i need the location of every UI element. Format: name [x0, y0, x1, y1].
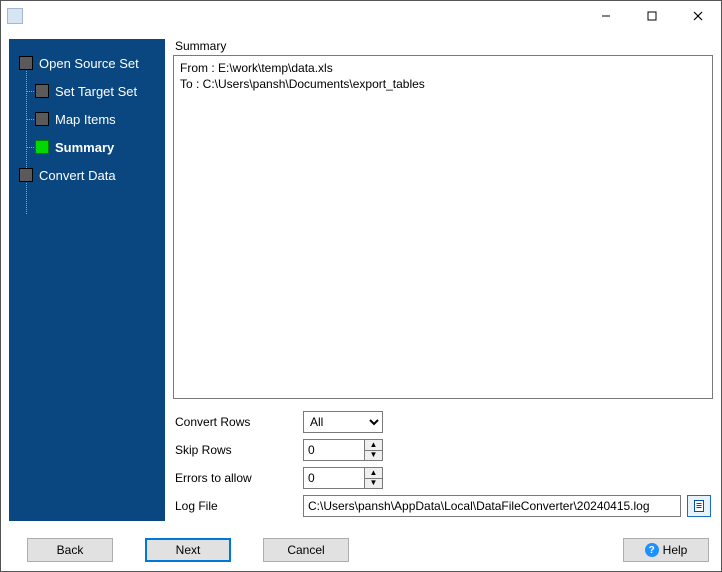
wizard-sidebar: Open Source Set Set Target Set Map Items… [9, 39, 165, 521]
errors-allow-label: Errors to allow [175, 471, 303, 485]
spin-down-icon[interactable]: ▼ [365, 451, 382, 461]
back-button[interactable]: Back [27, 538, 113, 562]
spin-down-icon[interactable]: ▼ [365, 479, 382, 489]
step-open-source[interactable]: Open Source Set [9, 49, 165, 77]
errors-allow-spinner[interactable]: ▲ ▼ [303, 467, 383, 489]
skip-rows-spinner[interactable]: ▲ ▼ [303, 439, 383, 461]
step-convert-data[interactable]: Convert Data [9, 161, 165, 189]
close-button[interactable] [675, 1, 721, 31]
convert-rows-label: Convert Rows [175, 415, 303, 429]
errors-allow-input[interactable] [304, 468, 364, 488]
spin-up-icon[interactable]: ▲ [365, 468, 382, 479]
help-icon: ? [645, 543, 659, 557]
step-map-items[interactable]: Map Items [9, 105, 165, 133]
window-controls [583, 1, 721, 31]
step-label: Open Source Set [39, 56, 139, 71]
step-label: Map Items [55, 112, 116, 127]
browse-log-button[interactable] [687, 495, 711, 517]
document-icon [692, 499, 706, 513]
step-summary[interactable]: Summary [9, 133, 165, 161]
main-panel: Summary From : E:\work\temp\data.xls To … [173, 39, 713, 521]
next-button[interactable]: Next [145, 538, 231, 562]
options-form: Convert Rows All Skip Rows ▲ ▼ [173, 399, 713, 521]
step-box-icon [19, 56, 33, 70]
step-label: Convert Data [39, 168, 116, 183]
log-file-input[interactable] [303, 495, 681, 517]
summary-textarea[interactable]: From : E:\work\temp\data.xls To : C:\Use… [173, 55, 713, 399]
step-box-icon [19, 168, 33, 182]
convert-rows-select[interactable]: All [303, 411, 383, 433]
titlebar [1, 1, 721, 31]
step-set-target[interactable]: Set Target Set [9, 77, 165, 105]
skip-rows-input[interactable] [304, 440, 364, 460]
wizard-footer: Back Next Cancel ? Help [1, 529, 721, 571]
cancel-button[interactable]: Cancel [263, 538, 349, 562]
body: Open Source Set Set Target Set Map Items… [1, 31, 721, 529]
step-box-icon [35, 84, 49, 98]
wizard-window: Open Source Set Set Target Set Map Items… [0, 0, 722, 572]
spin-up-icon[interactable]: ▲ [365, 440, 382, 451]
log-file-label: Log File [175, 499, 303, 513]
wizard-steps-tree: Open Source Set Set Target Set Map Items… [9, 39, 165, 189]
help-button[interactable]: ? Help [623, 538, 709, 562]
step-label: Set Target Set [55, 84, 137, 99]
step-box-icon [35, 140, 49, 154]
minimize-button[interactable] [583, 1, 629, 31]
app-icon [7, 8, 23, 24]
skip-rows-label: Skip Rows [175, 443, 303, 457]
maximize-button[interactable] [629, 1, 675, 31]
step-box-icon [35, 112, 49, 126]
section-title: Summary [173, 39, 713, 55]
step-label: Summary [55, 140, 114, 155]
